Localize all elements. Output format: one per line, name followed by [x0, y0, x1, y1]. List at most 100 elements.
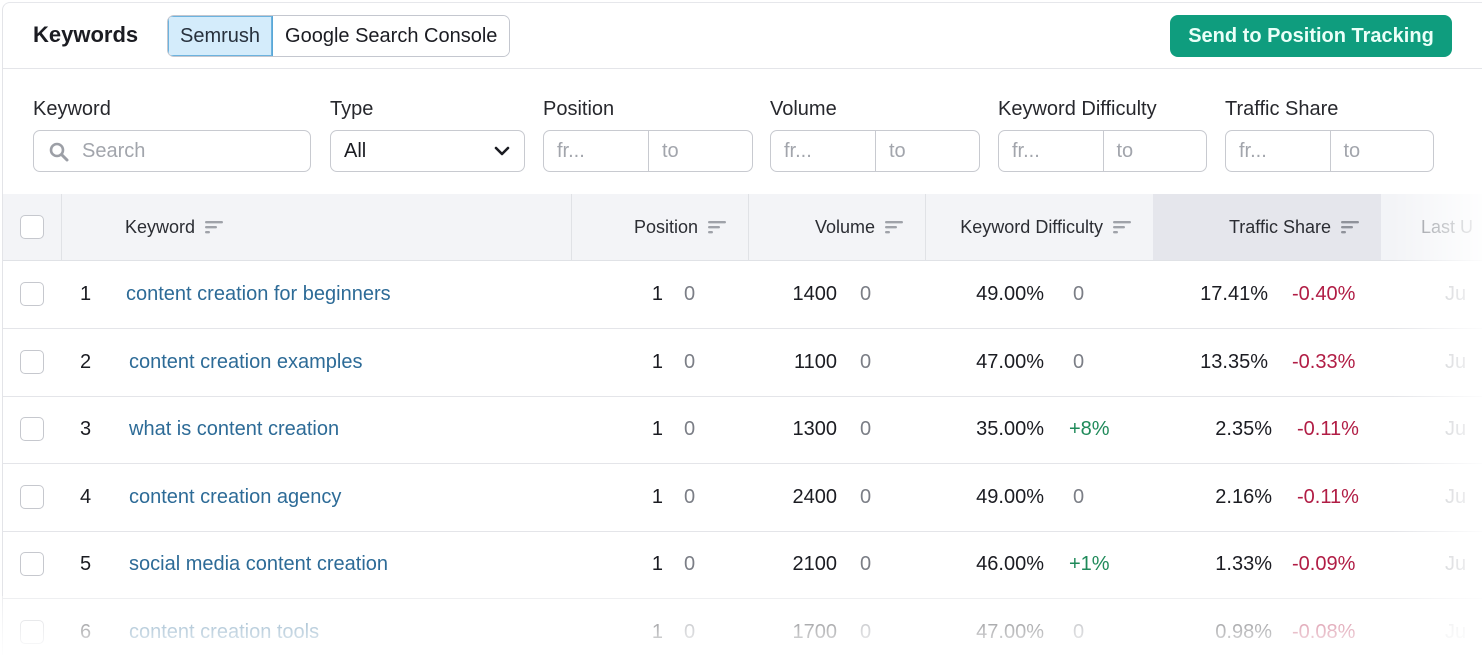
keyword-link[interactable]: content creation examples [129, 329, 362, 396]
position-value: 1 [651, 553, 663, 575]
row-checkbox[interactable] [20, 619, 44, 644]
traffic-share-change: -0.11% [1297, 485, 1359, 508]
kd-from-input[interactable]: fr... [999, 131, 1103, 171]
keyword-link[interactable]: social media content creation [129, 531, 388, 598]
sort-icon [1341, 220, 1359, 234]
keyword-link[interactable]: content creation for beginners [126, 261, 391, 328]
filter-position-label: Position [543, 98, 615, 120]
row-index: 1 [80, 283, 92, 305]
kd-to-input[interactable]: to [1102, 131, 1207, 171]
last-updated-value: Ju [1445, 485, 1467, 508]
send-to-position-tracking-button[interactable]: Send to Position Tracking [1170, 15, 1452, 57]
kd-change: 0 [1073, 620, 1085, 643]
row-checkbox[interactable] [20, 282, 44, 306]
tab-google-search-console[interactable]: Google Search Console [273, 16, 510, 56]
tab-semrush[interactable]: Semrush [168, 16, 274, 56]
sort-icon [1113, 220, 1131, 234]
chevron-down-icon [494, 146, 510, 156]
column-keyword-difficulty[interactable]: Keyword Difficulty [925, 194, 1153, 260]
traffic-share-value: 2.35% [1215, 418, 1272, 440]
traffic-share-change: -0.09% [1292, 553, 1356, 575]
column-position[interactable]: Position [571, 194, 748, 260]
keyword-search-input[interactable]: Search [33, 130, 311, 172]
select-all-checkbox[interactable] [20, 215, 44, 239]
volume-change: 0 [860, 553, 872, 575]
table-row[interactable]: 6 content creation tools 1 0 1700 0 47.00% 0 0.9… [3, 599, 1482, 655]
last-updated-value: Ju [1445, 620, 1467, 643]
kd-change: 0 [1073, 350, 1085, 373]
table-header: Keyword Position Volume Keyword Difficul… [3, 194, 1482, 261]
row-index: 6 [80, 620, 92, 643]
volume-value: 2400 [792, 485, 838, 508]
row-index: 5 [80, 553, 92, 575]
sort-icon [205, 220, 224, 234]
filter-volume-label: Volume [770, 98, 837, 120]
volume-value: 1400 [792, 283, 838, 305]
filter-position: Position fr... to [543, 96, 753, 172]
filter-keyword-difficulty: Keyword Difficulty fr... to [998, 96, 1207, 172]
row-checkbox[interactable] [20, 349, 44, 374]
filter-kd-label: Keyword Difficulty [998, 98, 1157, 120]
traffic-share-change: -0.40% [1292, 283, 1356, 305]
column-kd-label: Keyword Difficulty [960, 217, 1103, 237]
kd-value: 49.00% [976, 485, 1044, 508]
last-updated-value: Ju [1445, 283, 1467, 305]
column-keyword[interactable]: Keyword [61, 194, 571, 260]
traffic-share-to-input[interactable]: to [1329, 131, 1434, 171]
kd-value: 35.00% [976, 418, 1044, 440]
volume-range: fr... to [770, 130, 980, 172]
keyword-link[interactable]: content creation agency [129, 464, 341, 531]
column-keyword-label: Keyword [125, 217, 196, 237]
kd-change: 0 [1073, 485, 1085, 508]
position-from-input[interactable]: fr... [544, 131, 648, 171]
column-last-updated[interactable]: Last U [1421, 194, 1482, 260]
traffic-share-from-input[interactable]: fr... [1226, 131, 1330, 171]
volume-change: 0 [860, 620, 872, 643]
row-checkbox[interactable] [20, 484, 44, 509]
position-to-input[interactable]: to [648, 131, 752, 171]
volume-value: 1300 [792, 418, 838, 440]
volume-to-input[interactable]: to [875, 131, 979, 171]
filter-type: Type All [330, 96, 525, 172]
position-range: fr... to [543, 130, 753, 172]
column-last-updated-label: Last U [1421, 217, 1474, 237]
card-header: Keywords Semrush Google Search Console S… [3, 3, 1482, 69]
volume-change: 0 [860, 283, 872, 305]
traffic-share-value: 13.35% [1200, 350, 1268, 373]
column-traffic-share[interactable]: Traffic Share [1153, 194, 1381, 260]
position-value: 1 [651, 418, 663, 440]
kd-value: 47.00% [976, 350, 1044, 373]
row-index: 2 [80, 350, 92, 373]
column-volume[interactable]: Volume [748, 194, 925, 260]
table-row[interactable]: 2 content creation examples 1 0 1100 0 47.00% 0… [3, 329, 1482, 397]
position-change: 0 [684, 620, 696, 643]
keyword-link[interactable]: what is content creation [129, 396, 339, 463]
traffic-share-change: -0.08% [1292, 620, 1356, 643]
last-updated-value: Ju [1445, 553, 1467, 575]
table-row[interactable]: 1 content creation for beginners 1 0 1400 0 49… [3, 261, 1482, 329]
traffic-share-change: -0.11% [1297, 418, 1359, 440]
page-title: Keywords [33, 22, 139, 47]
type-select[interactable]: All [330, 130, 525, 172]
position-value: 1 [651, 350, 663, 373]
traffic-share-value: 0.98% [1215, 620, 1272, 643]
column-volume-label: Volume [814, 217, 875, 237]
column-position-label: Position [633, 217, 698, 237]
kd-value: 47.00% [976, 620, 1044, 643]
volume-change: 0 [860, 418, 872, 440]
table-row[interactable]: 5 social media content creation 1 0 2100 0 46.… [3, 531, 1482, 599]
table-row[interactable]: 4 content creation agency 1 0 2400 0 49.00% 0 2.… [3, 464, 1482, 532]
filter-keyword-label: Keyword [33, 98, 111, 120]
kd-value: 46.00% [976, 553, 1044, 575]
row-checkbox[interactable] [20, 552, 44, 576]
traffic-share-value: 2.16% [1215, 485, 1272, 508]
search-placeholder: Search [82, 140, 146, 162]
filter-volume: Volume fr... to [770, 96, 980, 172]
keyword-link[interactable]: content creation tools [129, 599, 319, 655]
volume-from-input[interactable]: fr... [771, 131, 875, 171]
table-row[interactable]: 3 what is content creation 1 0 1300 0 35.00% +8… [3, 396, 1482, 464]
position-value: 1 [651, 620, 663, 643]
row-checkbox[interactable] [20, 417, 44, 441]
volume-change: 0 [860, 485, 872, 508]
traffic-share-value: 17.41% [1200, 283, 1268, 305]
